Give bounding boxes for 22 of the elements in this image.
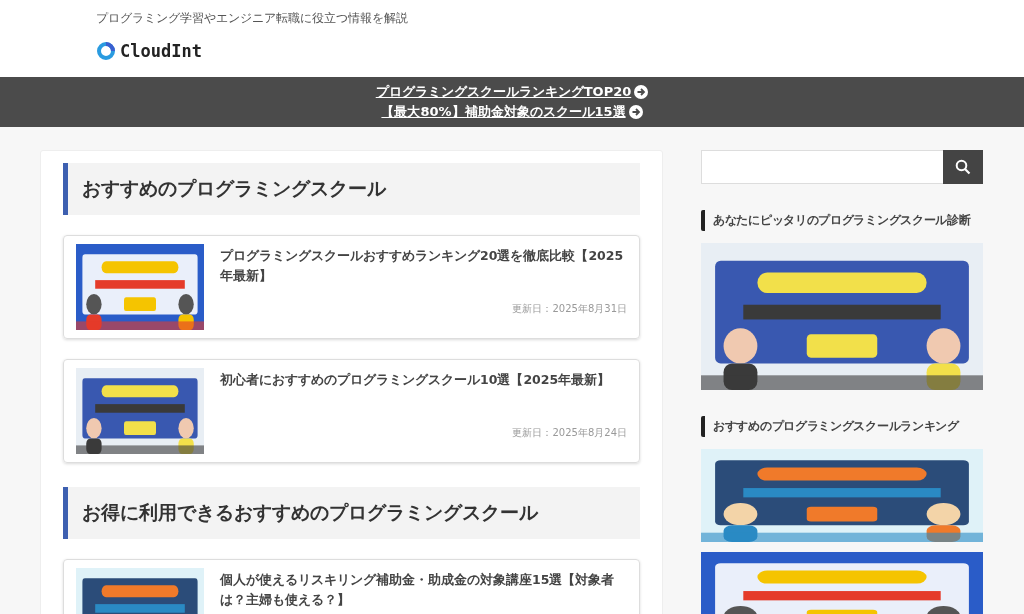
search-field[interactable] <box>701 150 943 184</box>
search-button[interactable] <box>943 150 983 184</box>
site-tagline: プログラミング学習やエンジニア転職に役立つ情報を解説 <box>96 10 408 27</box>
widget-heading: おすすめのプログラミングスクールランキング <box>701 416 983 437</box>
notice-link[interactable]: プログラミングスクールランキングTOP20 <box>375 83 649 101</box>
arrow-circle-icon <box>628 105 643 119</box>
article-card[interactable]: 初心者におすすめのプログラミングスクール10選【2025年最新】 更新日：2025年8月24日 <box>63 359 640 463</box>
notice-link[interactable]: 【最大80%】補助金対象のスクール15選 <box>381 103 643 121</box>
article-title[interactable]: 個人が使えるリスキリング補助金・助成金の対象講座15選【対象者は？主婦も使える？】 <box>220 570 627 610</box>
article-title[interactable]: プログラミングスクールおすすめランキング20選を徹底比較【2025年最新】 <box>220 246 627 286</box>
article-title[interactable]: 初心者におすすめのプログラミングスクール10選【2025年最新】 <box>220 370 627 390</box>
section-heading: おすすめのプログラミングスクール <box>63 163 640 215</box>
site-logo[interactable]: CloudInt <box>120 40 202 61</box>
widget-heading: あなたにピッタリのプログラミングスクール診断 <box>701 210 983 231</box>
update-date: 更新日：2025年8月31日 <box>512 302 627 316</box>
search-icon <box>955 159 971 175</box>
logo-ring-icon <box>96 40 116 61</box>
section-heading: お得に利用できるおすすめのプログラミングスクール <box>63 487 640 539</box>
update-date: 更新日：2025年8月24日 <box>512 426 627 440</box>
article-card[interactable]: 個人が使えるリスキリング補助金・助成金の対象講座15選【対象者は？主婦も使える？】 <box>63 559 640 614</box>
article-card[interactable]: プログラミングスクールおすすめランキング20選を徹底比較【2025年最新】 更新日：2025年8月31日 <box>63 235 640 339</box>
arrow-circle-icon <box>634 85 649 99</box>
